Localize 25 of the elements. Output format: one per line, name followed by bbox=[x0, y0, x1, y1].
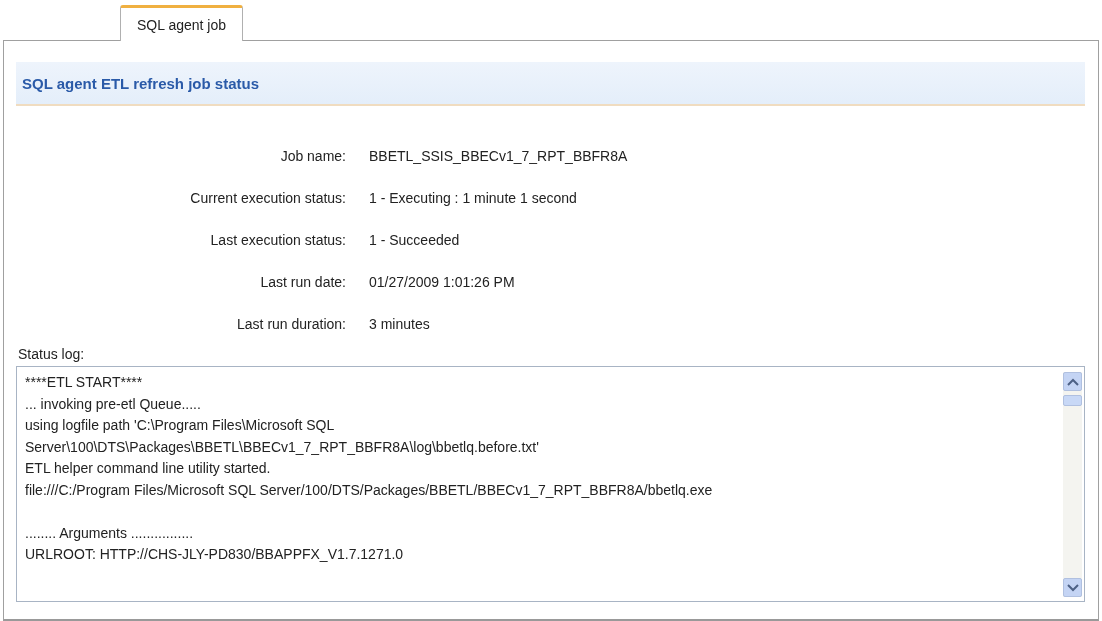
log-line: using logfile path 'C:\Program Files\Microsoft SQL bbox=[25, 416, 336, 435]
field-value: 3 minutes bbox=[369, 316, 431, 332]
log-line: file:///C:/Program Files/Microsoft SQL Server/100/DTS/Packages/BBETL/BBECv1_7_RPT_BBFR8A/bbetlq.exe bbox=[25, 480, 714, 500]
field-value: 1 - Executing : 1 minute 1 second bbox=[369, 190, 578, 206]
log-line: URLROOT: HTTP://CHS-JLY-PD830/BBAPPFX_V1.7.1271.0 bbox=[25, 545, 405, 564]
section-title: SQL agent ETL refresh job status bbox=[22, 74, 259, 92]
scrollbar[interactable] bbox=[1063, 372, 1082, 597]
field-label: Last run date: bbox=[259, 274, 346, 290]
field-value: 1 - Succeeded bbox=[369, 232, 461, 248]
scroll-up-icon[interactable] bbox=[1063, 372, 1082, 391]
field-value: BBETL_SSIS_BBECv1_7_RPT_BBFR8A bbox=[369, 148, 629, 164]
log-line: Server\100\DTS\Packages\BBETL\BBECv1_7_RPT_BBFR8A\log\bbetlq.before.txt' bbox=[25, 437, 540, 457]
tab[interactable]: SQL agent job bbox=[120, 5, 243, 41]
log-line: ... invoking pre-etl Queue..... bbox=[25, 394, 202, 414]
field-label: Last execution status: bbox=[209, 232, 346, 248]
field-label: Last run duration: bbox=[236, 316, 346, 332]
status-log-label: Status log: bbox=[17, 346, 86, 362]
field-label: Job name: bbox=[279, 148, 346, 164]
status-log-box[interactable] bbox=[16, 366, 1085, 602]
log-line: ****ETL START**** bbox=[25, 373, 144, 392]
log-line: ETL helper command line utility started. bbox=[25, 459, 272, 478]
scroll-down-icon[interactable] bbox=[1063, 578, 1082, 597]
field-value: 01/27/2009 1:01:26 PM bbox=[369, 274, 516, 290]
scroll-thumb[interactable] bbox=[1063, 395, 1082, 406]
field-label: Current execution status: bbox=[189, 190, 346, 206]
